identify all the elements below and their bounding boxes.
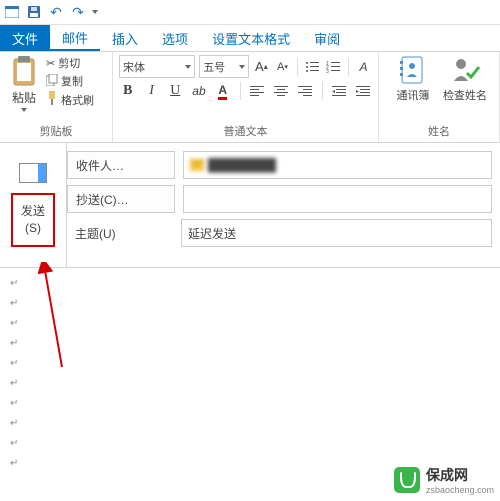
- font-size-select[interactable]: 五号: [199, 55, 249, 78]
- format-painter-button[interactable]: 格式刷: [46, 91, 94, 108]
- group-basic-text: 宋体 五号 A▴ A▾ 123 A B I U ab A: [113, 52, 379, 142]
- increase-indent-button[interactable]: [354, 82, 372, 100]
- copy-icon: [46, 74, 58, 89]
- cut-button[interactable]: ✂剪切: [46, 55, 94, 71]
- align-right-button[interactable]: [296, 82, 314, 100]
- message-body[interactable]: ↵ ↵ ↵ ↵ ↵ ↵ ↵ ↵ ↵ ↵: [0, 268, 500, 490]
- paste-dropdown-icon: [21, 108, 27, 112]
- svg-text:3: 3: [326, 69, 329, 73]
- message-fields: 收件人… ████████ 抄送(C)… 主题(U) 延迟发送: [67, 143, 500, 267]
- tab-format-text[interactable]: 设置文本格式: [200, 25, 302, 51]
- redo-icon[interactable]: ↷: [70, 4, 86, 20]
- align-center-button[interactable]: [272, 82, 290, 100]
- quick-access-toolbar: ↶ ↷: [0, 0, 500, 25]
- font-family-select[interactable]: 宋体: [119, 55, 195, 78]
- paragraph-mark: ↵: [10, 394, 490, 414]
- chevron-down-icon: [185, 65, 191, 69]
- paste-label: 粘贴: [12, 89, 36, 106]
- recipient-chip[interactable]: ████████: [190, 158, 276, 172]
- group-label-clipboard: 剪贴板: [6, 121, 106, 141]
- tab-review[interactable]: 审阅: [302, 25, 352, 51]
- to-field[interactable]: ████████: [183, 151, 492, 179]
- subject-label: 主题(U): [67, 220, 173, 246]
- qat-customize-icon[interactable]: [92, 10, 98, 14]
- watermark: 保成网 zsbaocheng.com: [394, 465, 494, 495]
- paste-button[interactable]: 粘贴: [6, 55, 42, 121]
- underline-button[interactable]: U: [166, 82, 184, 100]
- tab-insert[interactable]: 插入: [100, 25, 150, 51]
- group-label-basic-text: 普通文本: [119, 121, 372, 141]
- separator: [297, 58, 298, 76]
- check-names-button[interactable]: 检查姓名: [442, 55, 488, 103]
- check-names-icon: [450, 55, 480, 85]
- subject-field[interactable]: 延迟发送: [181, 219, 492, 247]
- tab-options[interactable]: 选项: [150, 25, 200, 51]
- message-header: 发送 (S) 收件人… ████████ 抄送(C)… 主题(U) 延迟发送: [0, 143, 500, 268]
- group-clipboard: 粘贴 ✂剪切 复制 格式刷 剪贴板: [0, 52, 113, 142]
- address-book-button[interactable]: 通讯簿: [390, 55, 436, 103]
- ribbon: 粘贴 ✂剪切 复制 格式刷 剪贴板 宋体 五号 A▴ A▾ 123 A: [0, 52, 500, 143]
- tab-file[interactable]: 文件: [0, 25, 50, 51]
- bullets-button[interactable]: [304, 58, 321, 76]
- cc-field[interactable]: [183, 185, 492, 213]
- paragraph-mark: ↵: [10, 314, 490, 334]
- italic-button[interactable]: I: [143, 82, 161, 100]
- paragraph-mark: ↵: [10, 414, 490, 434]
- paragraph-mark: ↵: [10, 274, 490, 294]
- undo-icon[interactable]: ↶: [48, 4, 64, 20]
- separator: [348, 58, 349, 76]
- address-book-icon: [398, 55, 428, 85]
- paragraph-mark: ↵: [10, 294, 490, 314]
- shrink-font-button[interactable]: A▾: [274, 58, 291, 76]
- envelope-icon: [19, 163, 47, 183]
- watermark-brand: 保成网: [426, 465, 494, 485]
- bold-button[interactable]: B: [119, 82, 137, 100]
- decrease-indent-button[interactable]: [331, 82, 349, 100]
- grow-font-button[interactable]: A▴: [253, 58, 270, 76]
- ribbon-tabs: 文件 邮件 插入 选项 设置文本格式 审阅: [0, 25, 500, 52]
- align-left-button[interactable]: [249, 82, 267, 100]
- to-button[interactable]: 收件人…: [67, 151, 175, 179]
- watermark-shield-icon: [394, 467, 420, 493]
- clear-formatting-button[interactable]: A: [355, 58, 372, 76]
- chevron-down-icon: [239, 65, 245, 69]
- paragraph-mark: ↵: [10, 374, 490, 394]
- send-button[interactable]: 发送 (S): [11, 193, 55, 247]
- paragraph-mark: ↵: [10, 354, 490, 374]
- save-icon[interactable]: [26, 4, 42, 20]
- window-icon: [4, 4, 20, 20]
- paragraph-mark: ↵: [10, 434, 490, 454]
- tab-mail[interactable]: 邮件: [50, 25, 100, 51]
- group-names: 通讯簿 检查姓名 姓名: [379, 52, 500, 142]
- copy-button[interactable]: 复制: [46, 73, 94, 89]
- highlight-button[interactable]: ab: [190, 82, 208, 100]
- separator: [322, 82, 323, 100]
- group-label-names: 姓名: [385, 121, 493, 141]
- font-color-button[interactable]: A: [214, 82, 232, 100]
- paste-icon: [10, 55, 38, 87]
- paragraph-mark: ↵: [10, 334, 490, 354]
- brush-icon: [46, 91, 58, 108]
- watermark-url: zsbaocheng.com: [426, 485, 494, 495]
- scissors-icon: ✂: [46, 57, 55, 70]
- cc-button[interactable]: 抄送(C)…: [67, 185, 175, 213]
- separator: [240, 82, 241, 100]
- send-column: 发送 (S): [0, 143, 67, 267]
- numbering-button[interactable]: 123: [325, 58, 342, 76]
